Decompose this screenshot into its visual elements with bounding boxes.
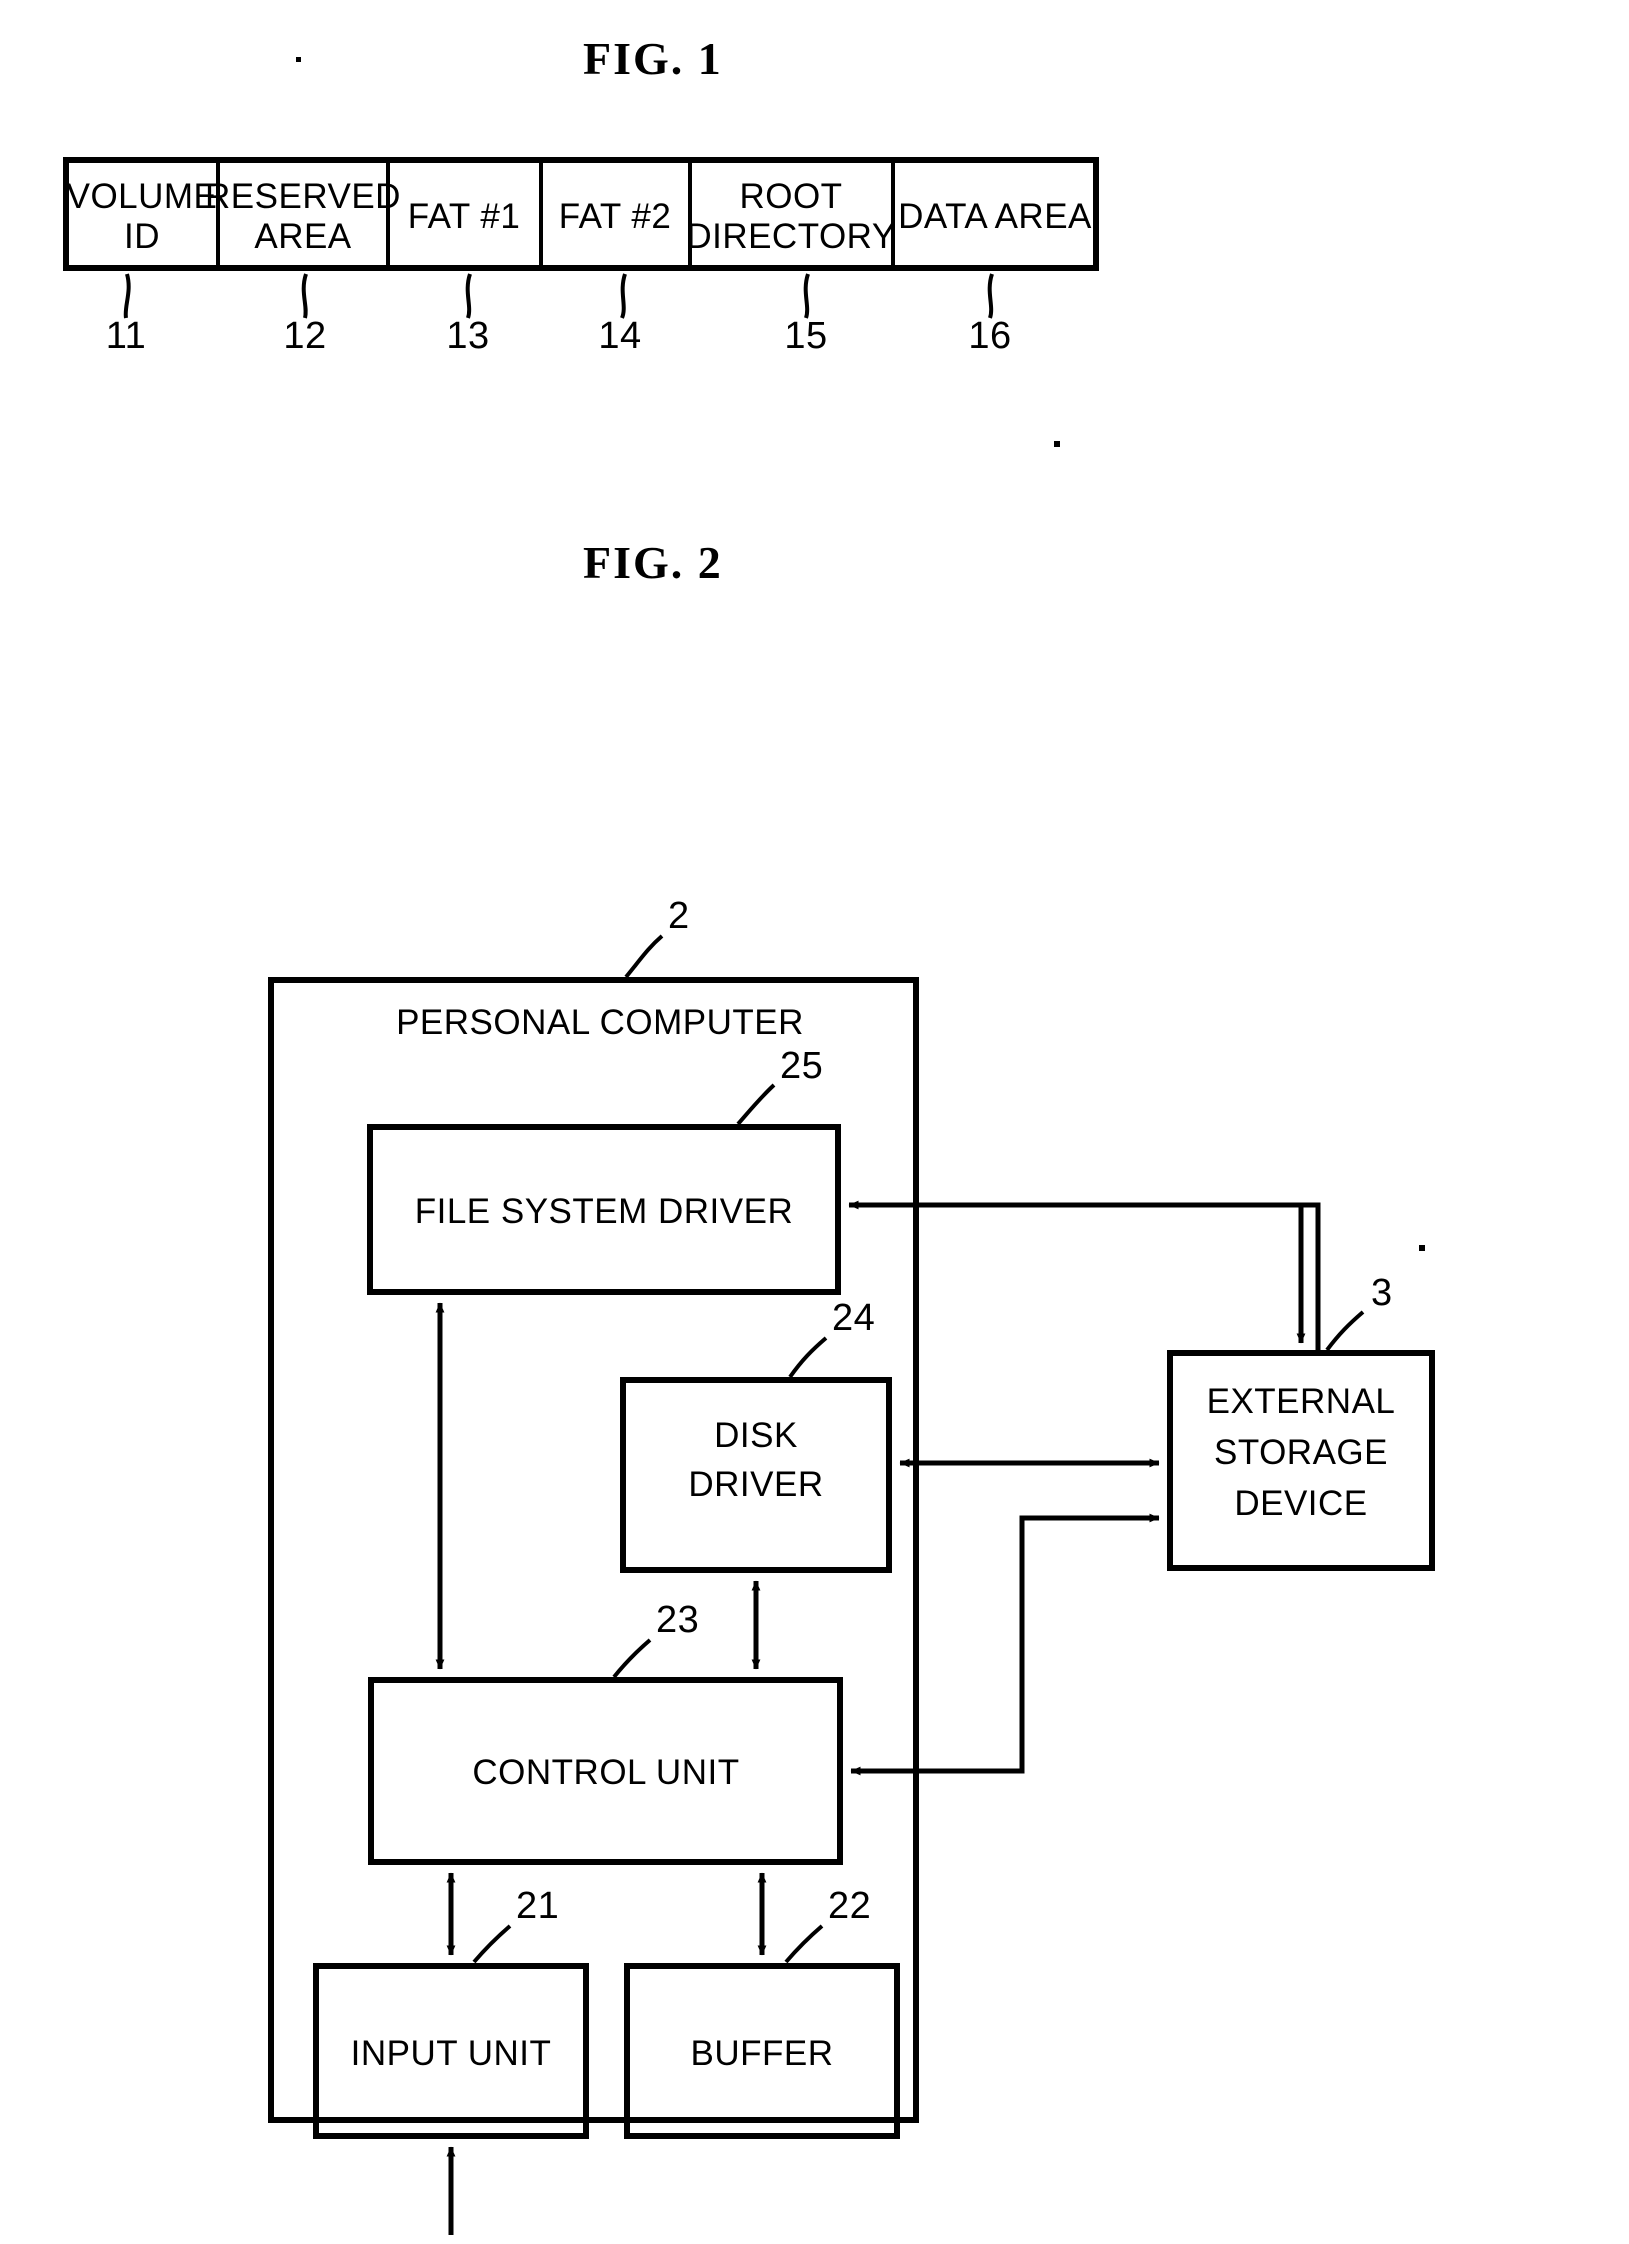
buffer-label: BUFFER [691,2034,834,2073]
svg-text:22: 22 [828,1885,871,1927]
svg-text:11: 11 [106,315,146,357]
buffer-leader: 22 [784,1885,871,1964]
figure-2-group: FIG. 2 PERSONAL COMPUTER 2 FILE SYSTEM D… [268,537,1435,2235]
connection-storage-to-file-system-driver [848,1200,1321,1350]
figure-2-title: FIG. 2 [583,537,723,588]
scan-speck-far-right [1419,1245,1425,1251]
file-system-driver-label: FILE SYSTEM DRIVER [415,1192,794,1231]
external-storage-device-label-line2: STORAGE [1214,1433,1388,1472]
drawing-canvas: FIG. 1 VOLUME ID RESERVED AREA FAT #1 FA… [63,33,1435,2235]
svg-text:2: 2 [668,895,690,937]
figure-1-leader-16: 16 [968,273,1011,357]
svg-text:15: 15 [784,315,827,357]
svg-text:21: 21 [516,1885,559,1927]
external-storage-device-label-line1: EXTERNAL [1207,1382,1396,1421]
control-unit-label: CONTROL UNIT [472,1753,739,1792]
figure-1-leader-13: 13 [446,273,489,357]
input-unit-leader: 21 [472,1885,559,1964]
svg-text:23: 23 [656,1599,699,1641]
figure-1-cell-data-area: DATA AREA [898,197,1092,236]
svg-text:25: 25 [780,1045,823,1087]
svg-text:ROOT: ROOT [739,177,842,216]
svg-text:16: 16 [968,315,1011,357]
scan-speck [296,57,301,62]
svg-text:3: 3 [1371,1272,1393,1314]
disk-driver-label-line2: DRIVER [688,1465,823,1504]
figure-1-group: FIG. 1 VOLUME ID RESERVED AREA FAT #1 FA… [63,33,1099,357]
svg-text:ID: ID [124,217,160,256]
figure-1-leader-14: 14 [598,273,641,357]
figure-1-cell-reserved-area: RESERVED AREA [205,177,401,256]
svg-text:VOLUME: VOLUME [67,177,218,216]
figure-1-cell-volume-id: VOLUME ID [67,177,218,256]
disk-driver-leader: 24 [788,1297,875,1379]
svg-text:FAT #1: FAT #1 [408,197,521,236]
svg-text:DATA AREA: DATA AREA [898,197,1092,236]
figure-1-cell-fat-1: FAT #1 [408,197,521,236]
connection-storage-to-control-unit [850,1513,1160,1776]
svg-text:14: 14 [598,315,641,357]
svg-text:DIRECTORY: DIRECTORY [686,217,895,256]
personal-computer-label: PERSONAL COMPUTER [396,1003,804,1042]
personal-computer-leader: 2 [624,895,690,979]
external-storage-device-label-line3: DEVICE [1234,1484,1367,1523]
file-system-driver-leader: 25 [736,1045,823,1126]
svg-text:24: 24 [832,1297,875,1339]
figure-1-leader-12: 12 [283,273,326,357]
control-unit-leader: 23 [612,1599,699,1679]
patent-drawing-sheet: FIG. 1 VOLUME ID RESERVED AREA FAT #1 FA… [0,0,1629,2244]
figure-1-cell-fat-2: FAT #2 [559,197,672,236]
scan-speck-right [1054,441,1060,447]
svg-text:12: 12 [283,315,326,357]
figure-1-title: FIG. 1 [583,33,723,84]
svg-text:FAT #2: FAT #2 [559,197,672,236]
input-unit-label: INPUT UNIT [351,2034,552,2073]
svg-text:AREA: AREA [254,217,351,256]
svg-text:13: 13 [446,315,489,357]
figure-1-cell-root-directory: ROOT DIRECTORY [686,177,895,256]
svg-text:RESERVED: RESERVED [205,177,401,216]
external-storage-device-leader: 3 [1325,1272,1393,1352]
figure-1-leader-11: 11 [106,273,146,357]
disk-driver-label-line1: DISK [714,1416,798,1455]
figure-1-leader-15: 15 [784,273,827,357]
